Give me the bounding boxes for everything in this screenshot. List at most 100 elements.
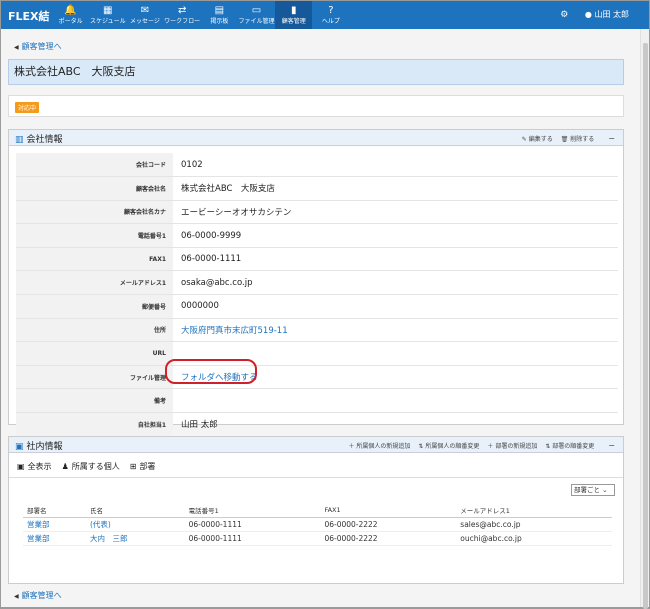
column-header: 部署名 bbox=[23, 503, 86, 518]
info-row: メールアドレス1 osaka@abc.co.jp bbox=[16, 270, 618, 296]
top-navigation-bar: FLEX結 🔔 ポータル ▦ スケジュール ✉ メッセージ ⇄ ワークフロー ▤… bbox=[1, 1, 649, 29]
add-department-button[interactable]: ＋ 部署の新規追加 bbox=[487, 441, 537, 450]
info-row: 会社コード 0102 bbox=[16, 153, 618, 178]
column-header: メールアドレス1 bbox=[456, 503, 612, 518]
nav-item-portal[interactable]: 🔔 ポータル bbox=[52, 1, 89, 29]
help-icon: ? bbox=[328, 5, 334, 16]
customer-icon: ▮ bbox=[290, 5, 297, 16]
app-logo[interactable]: FLEX結 bbox=[8, 8, 50, 24]
user-menu[interactable]: ⚙ ● 山田 太郎 bbox=[560, 9, 629, 20]
table-cell: 会社コード bbox=[16, 153, 173, 178]
board-icon: ▤ bbox=[214, 5, 225, 16]
app-window: FLEX結 🔔 ポータル ▦ スケジュール ✉ メッセージ ⇄ ワークフロー ▤… bbox=[0, 0, 650, 609]
contact-card-icon: ▣ bbox=[15, 442, 24, 452]
table-cell: 06-0000-9999 bbox=[173, 223, 618, 248]
nav-item-message[interactable]: ✉ メッセージ bbox=[126, 1, 163, 29]
reorder-members-button[interactable]: ⇅ 所属個人の順番変更 bbox=[418, 441, 479, 450]
trash-icon: 🗑 bbox=[560, 136, 569, 143]
table-cell: ファイル管理 bbox=[16, 365, 173, 390]
members-table: 部署名 氏名 電話番号1 FAX1 メールアドレス1 営業部 (代表) 06-0… bbox=[23, 503, 612, 546]
add-member-button[interactable]: ＋ 所属個人の新規追加 bbox=[348, 441, 410, 450]
page-title: 株式会社ABC 大阪支店 bbox=[8, 59, 624, 85]
tab-departments[interactable]: ⊞ 部署 bbox=[130, 461, 156, 472]
sort-icon: ⇅ bbox=[418, 443, 424, 450]
edit-icon: ✎ bbox=[521, 136, 527, 143]
nav-label: ファイル管理 bbox=[238, 18, 275, 25]
table-cell: URL bbox=[16, 341, 173, 366]
person-link[interactable]: (代表) bbox=[90, 520, 111, 529]
column-header: FAX1 bbox=[320, 503, 457, 518]
nav-item-board[interactable]: ▤ 掲示板 bbox=[201, 1, 238, 29]
calendar-icon: ▦ bbox=[103, 5, 113, 16]
internal-tabs: ▣ 全表示 ♟ 所属する個人 ⊞ 部署 bbox=[17, 461, 155, 472]
department-link[interactable]: 営業部 bbox=[27, 520, 50, 529]
nav-item-workflow[interactable]: ⇄ ワークフロー bbox=[164, 1, 201, 29]
collapse-icon[interactable]: − bbox=[608, 441, 615, 450]
table-cell: 営業部 bbox=[23, 531, 86, 546]
info-row: 自社担当1 山田 太郎 bbox=[16, 412, 618, 437]
table-cell: 顧客会社名 bbox=[16, 176, 173, 201]
group-by-select[interactable]: 部署ごと ⌄ bbox=[571, 484, 615, 496]
building-icon: ▥ bbox=[15, 135, 24, 145]
address-link[interactable]: 大阪府門真市末広町519-11 bbox=[181, 326, 288, 336]
table-cell: 大阪府門真市末広町519-11 bbox=[173, 318, 618, 343]
reorder-departments-button[interactable]: ⇅ 部署の順番変更 bbox=[545, 441, 594, 450]
internal-info-panel: ▣ 社内情報 ＋ 所属個人の新規追加 ⇅ 所属個人の順番変更 ＋ 部署の新規追加 … bbox=[8, 436, 624, 584]
table-cell: (代表) bbox=[85, 517, 185, 532]
back-to-customers-link[interactable]: ◀ 顧客管理へ bbox=[8, 40, 62, 54]
table-cell: 06-0000-2222 bbox=[320, 517, 457, 532]
edit-button[interactable]: ✎ 編集する bbox=[522, 134, 553, 143]
gear-icon[interactable]: ⚙ bbox=[560, 10, 568, 20]
info-row: URL bbox=[16, 341, 618, 366]
nav-item-schedule[interactable]: ▦ スケジュール bbox=[89, 1, 126, 29]
scrollbar-thumb[interactable] bbox=[643, 43, 648, 609]
internal-panel-actions: ＋ 所属個人の新規追加 ⇅ 所属個人の順番変更 ＋ 部署の新規追加 ⇅ 部署の順… bbox=[348, 441, 615, 450]
nav-label: 掲示板 bbox=[210, 18, 229, 25]
card-icon: ▣ bbox=[17, 462, 25, 471]
sort-icon: ⇅ bbox=[545, 443, 551, 450]
table-cell: 郵便番号 bbox=[16, 294, 173, 319]
tab-all[interactable]: ▣ 全表示 bbox=[17, 461, 52, 472]
table-cell: エービーシーオオサカシテン bbox=[173, 200, 618, 225]
mail-icon: ✉ bbox=[140, 5, 150, 16]
highlight-circle bbox=[165, 359, 257, 384]
info-row: 電話番号1 06-0000-9999 bbox=[16, 223, 618, 248]
user-name: 山田 太郎 bbox=[594, 10, 629, 19]
nav-label: ワークフロー bbox=[164, 18, 201, 25]
info-row: 顧客会社名カナ エービーシーオオサカシテン bbox=[16, 200, 618, 225]
table-cell: sales@abc.co.jp bbox=[456, 517, 612, 532]
department-link[interactable]: 営業部 bbox=[27, 534, 50, 543]
table-cell: 株式会社ABC 大阪支店 bbox=[173, 176, 618, 201]
vertical-scrollbar[interactable] bbox=[640, 29, 649, 609]
collapse-icon[interactable]: − bbox=[608, 134, 615, 143]
info-row: FAX1 06-0000-1111 bbox=[16, 247, 618, 272]
org-icon: ⊞ bbox=[129, 462, 137, 471]
info-row: ファイル管理 フォルダへ移動する bbox=[16, 365, 618, 390]
info-row: 住所 大阪府門真市末広町519-11 bbox=[16, 318, 618, 343]
back-to-customers-link-bottom[interactable]: ◀ 顧客管理へ bbox=[14, 590, 62, 601]
person-link[interactable]: 大内 三郎 bbox=[90, 534, 128, 543]
nav-label: メッセージ bbox=[130, 18, 160, 25]
company-info-panel: ▥ 会社情報 ✎ 編集する 🗑 削除する − 会社コード 0102 顧客会社名 株式会… bbox=[8, 129, 624, 437]
nav-item-help[interactable]: ? ヘルプ bbox=[312, 1, 349, 29]
table-cell: 06-0000-1111 bbox=[184, 531, 321, 546]
nav-item-file[interactable]: ▭ ファイル管理 bbox=[238, 1, 275, 29]
nav-label: スケジュール bbox=[89, 18, 126, 25]
column-header: 氏名 bbox=[85, 503, 185, 518]
table-cell: 山田 太郎 bbox=[173, 412, 618, 437]
internal-panel-header: ▣ 社内情報 ＋ 所属個人の新規追加 ⇅ 所属個人の順番変更 ＋ 部署の新規追加 … bbox=[9, 437, 623, 453]
nav-label: 顧客管理 bbox=[281, 18, 306, 25]
nav-item-customer[interactable]: ▮ 顧客管理 bbox=[275, 1, 313, 29]
table-cell: 自社担当1 bbox=[16, 412, 173, 437]
table-cell: 0000000 bbox=[173, 294, 618, 319]
plus-icon: ＋ bbox=[348, 443, 355, 450]
company-panel-actions: ✎ 編集する 🗑 削除する − bbox=[522, 134, 615, 143]
table-cell: 06-0000-1111 bbox=[173, 247, 618, 272]
table-cell: メールアドレス1 bbox=[16, 270, 173, 296]
delete-button[interactable]: 🗑 削除する bbox=[561, 134, 595, 143]
table-header-row: 部署名 氏名 電話番号1 FAX1 メールアドレス1 bbox=[23, 503, 612, 518]
tab-members[interactable]: ♟ 所属する個人 bbox=[62, 461, 120, 472]
company-info-table: 会社コード 0102 顧客会社名 株式会社ABC 大阪支店 顧客会社名カナ エービーシ… bbox=[16, 153, 618, 437]
table-cell: 営業部 bbox=[23, 517, 86, 532]
table-cell: osaka@abc.co.jp bbox=[173, 270, 618, 296]
